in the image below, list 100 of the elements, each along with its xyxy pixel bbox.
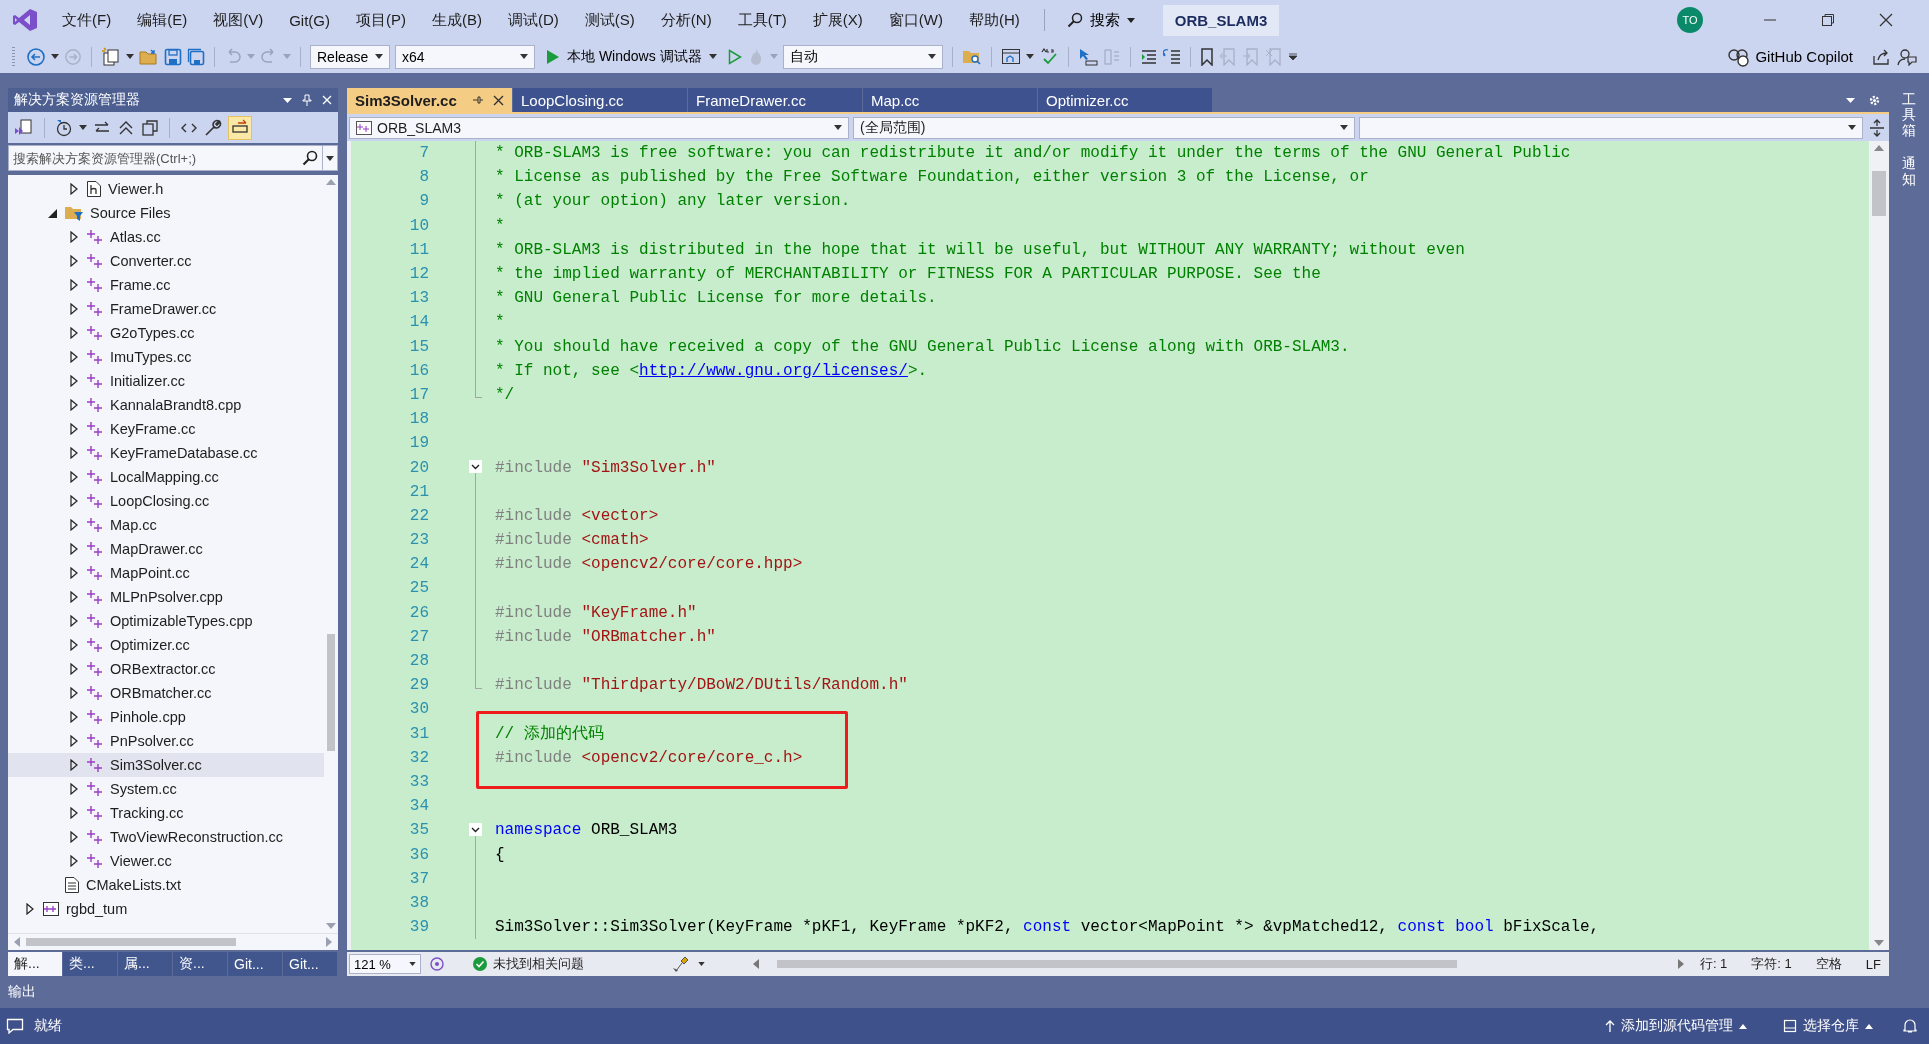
expand-arrow-icon[interactable] [70,615,78,627]
platform-dropdown[interactable]: x64 [395,44,535,69]
tree-item[interactable]: Pinhole.cpp [8,705,324,729]
caret-icon[interactable] [1025,54,1034,59]
pointer-icon[interactable] [1077,47,1098,66]
expand-arrow-icon[interactable] [70,375,78,387]
overflow-caret-icon[interactable] [1287,52,1298,61]
tree-item[interactable]: Atlas.cc [8,225,324,249]
pin-icon[interactable] [302,94,312,106]
expand-arrow-icon[interactable] [70,855,78,867]
caret-icon[interactable] [698,962,705,966]
scrollbar-thumb[interactable] [327,634,335,752]
scrollbar-thumb[interactable] [1872,170,1886,216]
expand-arrow-icon[interactable] [70,831,78,843]
tree-item[interactable]: KeyFrameDatabase.cc [8,441,324,465]
expand-arrow-icon[interactable] [70,543,78,555]
side-tab[interactable]: 通知 [1902,156,1916,187]
tree-item[interactable]: LoopClosing.cc [8,489,324,513]
expand-arrow-icon[interactable] [70,447,78,459]
caret-icon[interactable] [51,54,59,59]
tree-item[interactable]: System.cc [8,777,324,801]
menu-item[interactable]: 视图(V) [203,6,274,34]
expand-arrow-icon[interactable] [70,495,78,507]
collapse-icon[interactable] [469,823,482,837]
expand-arrow-icon[interactable] [70,567,78,579]
brush-icon[interactable] [672,956,690,972]
expand-arrow-icon[interactable] [70,711,78,723]
line-ending-indicator[interactable]: LF [1865,956,1881,972]
scrollbar-thumb[interactable] [777,960,1457,968]
tree-item[interactable]: PnPsolver.cc [8,729,324,753]
tree-item[interactable]: CMakeLists.txt [8,873,324,897]
expand-arrow-icon[interactable] [70,471,78,483]
caret-icon[interactable] [79,125,87,130]
scope-dropdown[interactable]: (全局范围) [853,116,1355,139]
menu-item[interactable]: 项目(P) [346,6,416,34]
zoom-dropdown[interactable]: 121 % [349,954,421,974]
expand-arrow-icon[interactable] [70,639,78,651]
solution-icon[interactable] [14,118,34,137]
tree-item[interactable]: ORBextractor.cc [8,657,324,681]
history-icon[interactable] [55,118,73,137]
window-icon[interactable] [1000,47,1021,66]
document-tab[interactable]: Optimizer.cc [1038,88,1212,112]
tree-item[interactable]: Converter.cc [8,249,324,273]
expand-arrow-icon[interactable] [70,255,78,267]
document-tab[interactable]: Sim3Solver.cc [347,88,512,112]
tree-item[interactable]: Sim3Solver.cc [8,753,324,777]
collapse-arrow-icon[interactable] [47,208,57,218]
expand-arrow-icon[interactable] [70,327,78,339]
scroll-down-icon[interactable] [1874,940,1884,946]
issues-status[interactable]: 未找到相关问题 [473,955,584,973]
wrench-icon[interactable] [204,118,222,137]
tree-item[interactable]: FrameDrawer.cc [8,297,324,321]
expand-arrow-icon[interactable] [70,303,78,315]
tree-item[interactable]: KannalaBrandt8.cpp [8,393,324,417]
bookmark-icon[interactable] [1199,47,1214,66]
scroll-right-icon[interactable] [1677,959,1684,969]
caret-icon[interactable] [283,97,292,103]
indent-icon[interactable] [1139,47,1158,66]
tree-item[interactable]: G2oTypes.cc [8,321,324,345]
tree-item[interactable]: LocalMapping.cc [8,465,324,489]
folder-icon[interactable] [139,47,159,66]
copilot-button[interactable]: GitHub Copilot [1721,44,1859,69]
search-box[interactable]: 搜索解决方案资源管理器(Ctrl+;) [8,145,338,171]
line-indicator[interactable]: 行: 1 [1699,955,1728,973]
menu-item[interactable]: 窗口(W) [878,6,953,34]
link[interactable]: http://www.gnu.org/licenses/ [639,361,908,380]
ai-icon[interactable] [429,956,445,972]
indent-indicator[interactable]: 空格 [1815,955,1842,973]
settings-icon[interactable] [1868,93,1881,107]
search-button[interactable]: 搜索 [1058,6,1143,34]
expand-arrow-icon[interactable] [70,351,78,363]
collapse-icon[interactable] [469,460,482,474]
panel-tab[interactable]: 类... [63,952,118,976]
tree-item[interactable]: MLPnPsolver.cpp [8,585,324,609]
share-icon[interactable] [1872,47,1892,66]
tree-item[interactable]: ORBmatcher.cc [8,681,324,705]
menu-item[interactable]: 调试(D) [498,6,569,34]
expand-arrow-icon[interactable] [70,183,78,195]
tree-item[interactable]: MapPoint.cc [8,561,324,585]
menu-item[interactable]: Git(G) [279,7,340,33]
expand-arrow-icon[interactable] [70,399,78,411]
project-dropdown[interactable]: ORB_SLAM3 [349,116,849,139]
source-control-button[interactable]: 添加到源代码管理 [1599,1016,1753,1036]
expand-arrow-icon[interactable] [70,591,78,603]
menu-item[interactable]: 测试(S) [574,6,645,34]
document-tab[interactable]: Map.cc [863,88,1037,112]
panel-tab[interactable]: 资... [173,952,228,976]
menu-item[interactable]: 扩展(X) [802,6,873,34]
close-icon[interactable] [1879,13,1893,27]
expand-arrow-icon[interactable] [70,807,78,819]
expand-arrow-icon[interactable] [70,519,78,531]
tree-item[interactable]: Source Files [8,201,324,225]
feedback-icon[interactable] [1897,47,1917,66]
caret-icon[interactable] [326,155,334,161]
tree-item[interactable]: Frame.cc [8,273,324,297]
tree-item[interactable]: Tracking.cc [8,801,324,825]
panel-tab[interactable]: Git... [228,952,283,976]
expand-arrow-icon[interactable] [70,759,78,771]
expand-arrow-icon[interactable] [70,735,78,747]
tree-item[interactable]: Initializer.cc [8,369,324,393]
